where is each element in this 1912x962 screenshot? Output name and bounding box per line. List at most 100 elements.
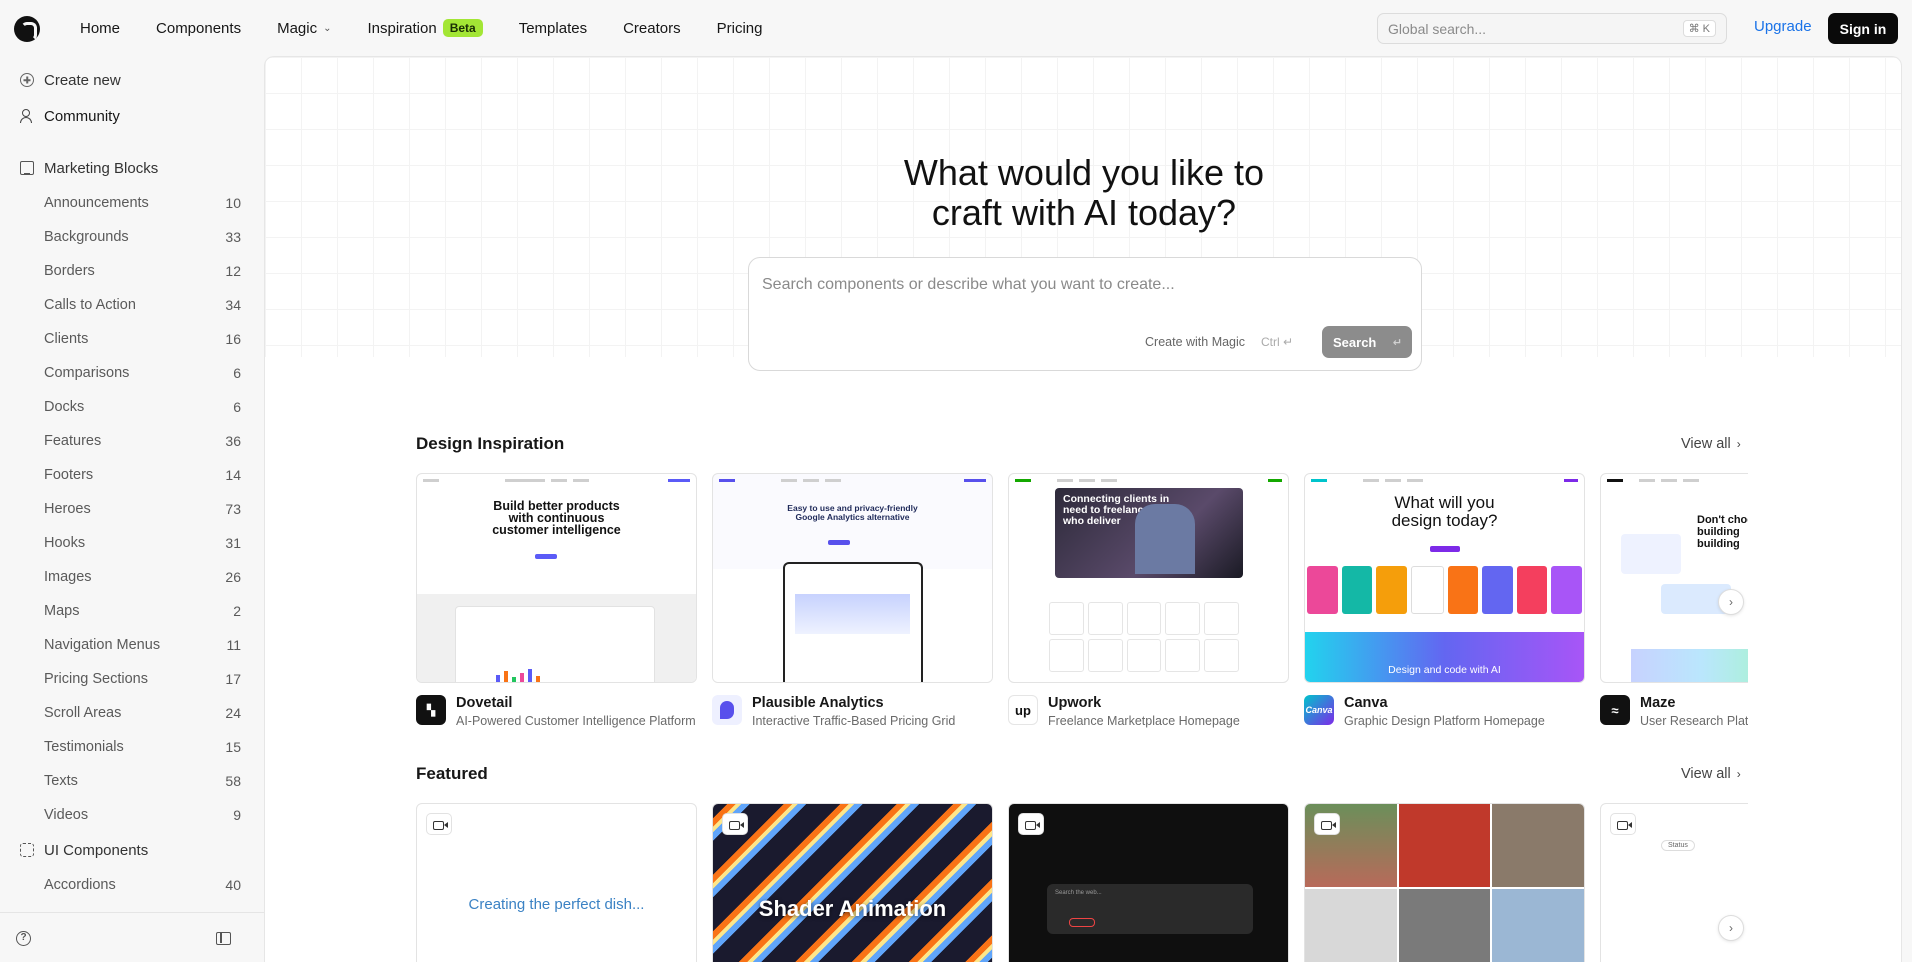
- sidebar-item-label: Create new: [44, 71, 121, 89]
- sidebar-item-hooks[interactable]: Hooks 31: [0, 526, 264, 560]
- card-thumbnail: Shader Animation: [712, 803, 993, 962]
- featured-card-2[interactable]: Shader Animation: [712, 803, 993, 962]
- sidebar-item-docks[interactable]: Docks 6: [0, 390, 264, 424]
- sidebar-item-maps[interactable]: Maps 2: [0, 594, 264, 628]
- sidebar-item-accordions[interactable]: Accordions 40: [0, 868, 264, 902]
- help-icon[interactable]: ?: [16, 931, 31, 946]
- hero-title-line-1: What would you like to: [903, 152, 1265, 193]
- plausible-headline: Easy to use and privacy-friendly Google …: [787, 503, 918, 522]
- sidebar-item-label: Navigation Menus: [44, 637, 161, 653]
- inspiration-card-upwork[interactable]: Connecting clients in need to freelancer…: [1008, 473, 1289, 733]
- monitor-icon: [20, 161, 34, 175]
- ctrl-enter-hint: Ctrl ↵: [1261, 335, 1294, 349]
- card-thumbnail: Build better products with continuous cu…: [416, 473, 697, 683]
- sidebar-item-texts[interactable]: Texts 58: [0, 764, 264, 798]
- sidebar-create-new[interactable]: Create new: [0, 62, 264, 98]
- sidebar-item-label: Announcements: [44, 195, 149, 211]
- inspiration-card-plausible[interactable]: Easy to use and privacy-friendly Google …: [712, 473, 993, 733]
- card-brand-name: Dovetail: [456, 695, 513, 711]
- featured-card-4[interactable]: [1304, 803, 1585, 962]
- nav-templates[interactable]: Templates: [501, 20, 605, 37]
- sidebar-item-label: Accordions: [44, 877, 116, 893]
- sidebar-item-label: Heroes: [44, 501, 91, 517]
- nav-components[interactable]: Components: [138, 20, 259, 37]
- featured-card-3[interactable]: Search the web...: [1008, 803, 1289, 962]
- video-icon: [1314, 813, 1340, 835]
- logo-icon[interactable]: [14, 16, 40, 42]
- sidebar-item-count: 34: [225, 297, 241, 313]
- main-nav: Home Components Magic ⌄ Inspiration Beta T…: [62, 0, 780, 56]
- nav-templates-label: Templates: [518, 19, 588, 37]
- sidebar-item-videos[interactable]: Videos 9: [0, 798, 264, 832]
- sidebar-item-images[interactable]: Images 26: [0, 560, 264, 594]
- sidebar-item-heroes[interactable]: Heroes 73: [0, 492, 264, 526]
- featured-caption: Status: [1661, 840, 1695, 851]
- sidebar-item-scroll-areas[interactable]: Scroll Areas 24: [0, 696, 264, 730]
- nav-home[interactable]: Home: [62, 20, 138, 37]
- featured-view-all[interactable]: View all ›: [1681, 766, 1741, 782]
- sidebar-group-ui-components[interactable]: UI Components: [0, 832, 264, 868]
- sidebar-item-features[interactable]: Features 36: [0, 424, 264, 458]
- sidebar-group-label: Marketing Blocks: [44, 159, 159, 177]
- card-thumbnail: Search the web...: [1008, 803, 1289, 962]
- design-inspiration-view-all[interactable]: View all ›: [1681, 436, 1741, 452]
- card-description: AI-Powered Customer Intelligence Platfor…: [456, 714, 696, 728]
- upgrade-link[interactable]: Upgrade: [1754, 18, 1812, 35]
- sidebar-item-label: Hooks: [44, 535, 86, 551]
- chevron-down-icon: ⌄: [323, 22, 332, 34]
- inspiration-next-button[interactable]: ›: [1718, 589, 1744, 615]
- search-button[interactable]: Search ↵: [1322, 326, 1412, 358]
- chevron-right-icon: ›: [1729, 921, 1733, 935]
- ui-components-icon: [20, 843, 34, 857]
- featured-card-1[interactable]: Creating the perfect dish...: [416, 803, 697, 962]
- card-brand-name: Canva: [1344, 695, 1388, 711]
- sidebar-item-footers[interactable]: Footers 14: [0, 458, 264, 492]
- nav-pricing-label: Pricing: [716, 19, 763, 37]
- sidebar-item-announcements[interactable]: Announcements 10: [0, 186, 264, 220]
- sidebar-item-pricing-sections[interactable]: Pricing Sections 17: [0, 662, 264, 696]
- sidebar-group-marketing-blocks[interactable]: Marketing Blocks: [0, 150, 264, 186]
- create-with-magic-button[interactable]: Create with Magic: [1145, 335, 1245, 349]
- nav-creators[interactable]: Creators: [605, 20, 699, 37]
- sidebar-item-clients[interactable]: Clients 16: [0, 322, 264, 356]
- plus-circle-icon: [20, 73, 34, 87]
- sidebar-item-count: 40: [225, 877, 241, 893]
- sidebar: Create new Community Marketing Blocks An…: [0, 56, 264, 962]
- nav-magic[interactable]: Magic ⌄: [259, 20, 349, 37]
- global-search-placeholder: Global search...: [1388, 20, 1487, 37]
- sidebar-item-count: 73: [225, 501, 241, 517]
- sidebar-item-count: 16: [225, 331, 241, 347]
- view-all-label: View all: [1681, 436, 1731, 452]
- sidebar-item-borders[interactable]: Borders 12: [0, 254, 264, 288]
- sidebar-item-label: Docks: [44, 399, 85, 415]
- sign-in-button[interactable]: Sign in: [1828, 13, 1898, 44]
- sidebar-community[interactable]: Community: [0, 98, 264, 134]
- users-icon: [20, 109, 34, 123]
- featured-caption: Search the web...: [1055, 890, 1102, 896]
- card-description: Graphic Design Platform Homepage: [1344, 714, 1545, 728]
- inspiration-card-canva[interactable]: What will you design today? Design and c…: [1304, 473, 1585, 733]
- sidebar-item-navigation-menus[interactable]: Navigation Menus 11: [0, 628, 264, 662]
- sidebar-item-count: 6: [233, 399, 241, 415]
- sidebar-item-testimonials[interactable]: Testimonials 15: [0, 730, 264, 764]
- chevron-right-icon: ›: [1736, 437, 1741, 451]
- sidebar-item-count: 2: [233, 603, 241, 619]
- sidebar-item-backgrounds[interactable]: Backgrounds 33: [0, 220, 264, 254]
- toggle-sidebar-icon[interactable]: [216, 932, 231, 945]
- sidebar-item-comparisons[interactable]: Comparisons 6: [0, 356, 264, 390]
- nav-inspiration[interactable]: Inspiration Beta: [349, 19, 500, 37]
- ai-prompt-box[interactable]: Search components or describe what you w…: [748, 257, 1422, 371]
- sidebar-item-count: 11: [226, 637, 241, 653]
- inspiration-card-dovetail[interactable]: Build better products with continuous cu…: [416, 473, 697, 733]
- global-search-input[interactable]: Global search... ⌘ K: [1377, 13, 1727, 44]
- hero-title-line-2: craft with AI today?: [931, 192, 1237, 233]
- sidebar-item-calls-to-action[interactable]: Calls to Action 34: [0, 288, 264, 322]
- sidebar-item-label: Images: [44, 569, 92, 585]
- featured-next-button[interactable]: ›: [1718, 915, 1744, 941]
- enter-key-icon: ↵: [1392, 336, 1402, 349]
- chevron-right-icon: ›: [1729, 595, 1733, 609]
- sidebar-item-label: Clients: [44, 331, 89, 347]
- nav-pricing[interactable]: Pricing: [699, 20, 781, 37]
- sidebar-item-label: Borders: [44, 263, 95, 279]
- sidebar-item-count: 17: [225, 671, 241, 687]
